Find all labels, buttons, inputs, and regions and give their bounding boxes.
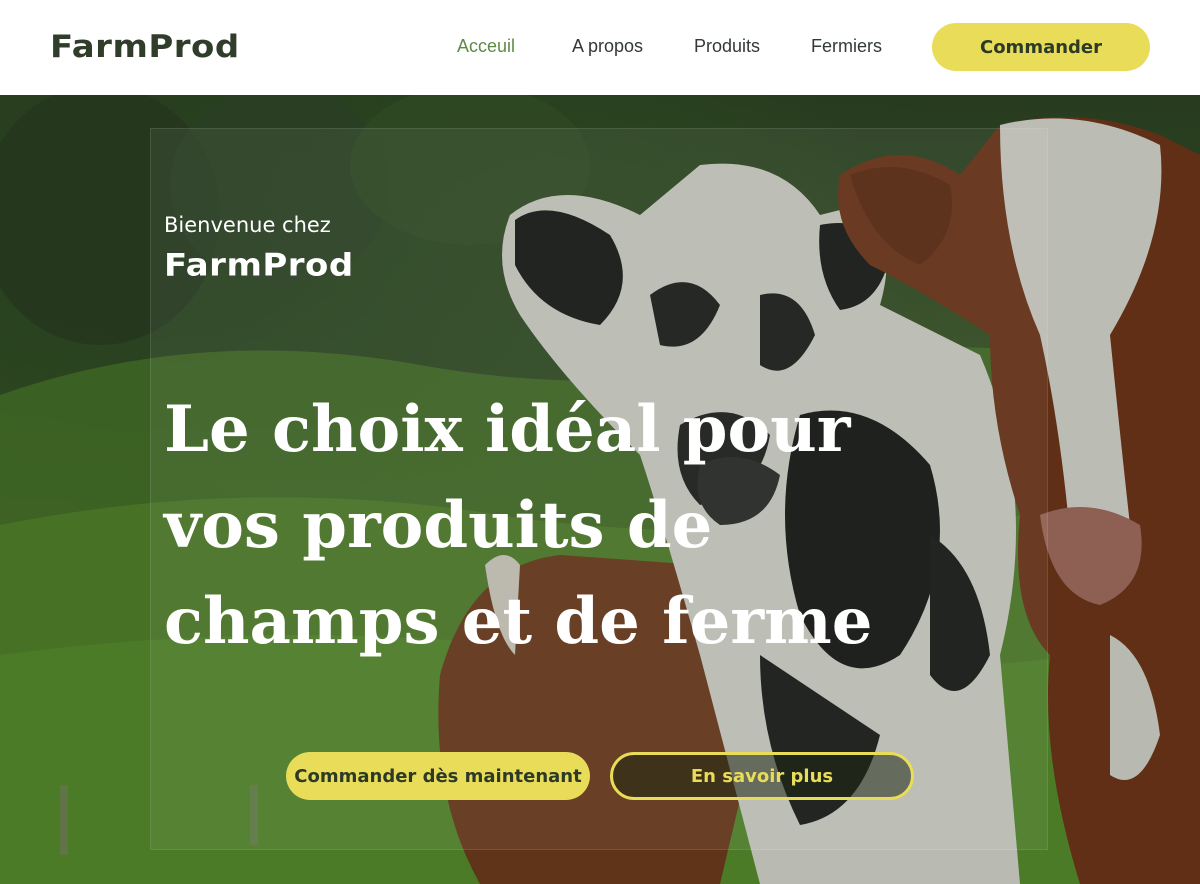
- brand-logo[interactable]: FarmProd: [50, 29, 240, 66]
- hero-welcome-text: Bienvenue chez: [164, 213, 331, 237]
- learn-more-button[interactable]: En savoir plus: [610, 752, 914, 800]
- nav-link-produits[interactable]: Produits: [694, 36, 760, 57]
- nav-link-a-propos[interactable]: A propos: [572, 36, 643, 57]
- hero-headline: Le choix idéal pour vos produits de cham…: [164, 392, 873, 659]
- nav-link-acceuil[interactable]: Acceuil: [457, 36, 515, 57]
- commander-button[interactable]: Commander: [932, 23, 1150, 71]
- hero-brand: FarmProd: [164, 247, 354, 284]
- navbar: FarmProd Acceuil A propos Produits Fermi…: [0, 0, 1200, 95]
- order-now-button[interactable]: Commander dès maintenant: [286, 752, 590, 800]
- nav-link-fermiers[interactable]: Fermiers: [811, 36, 882, 57]
- hero-section: Bienvenue chez FarmProd Le choix idéal p…: [0, 95, 1200, 884]
